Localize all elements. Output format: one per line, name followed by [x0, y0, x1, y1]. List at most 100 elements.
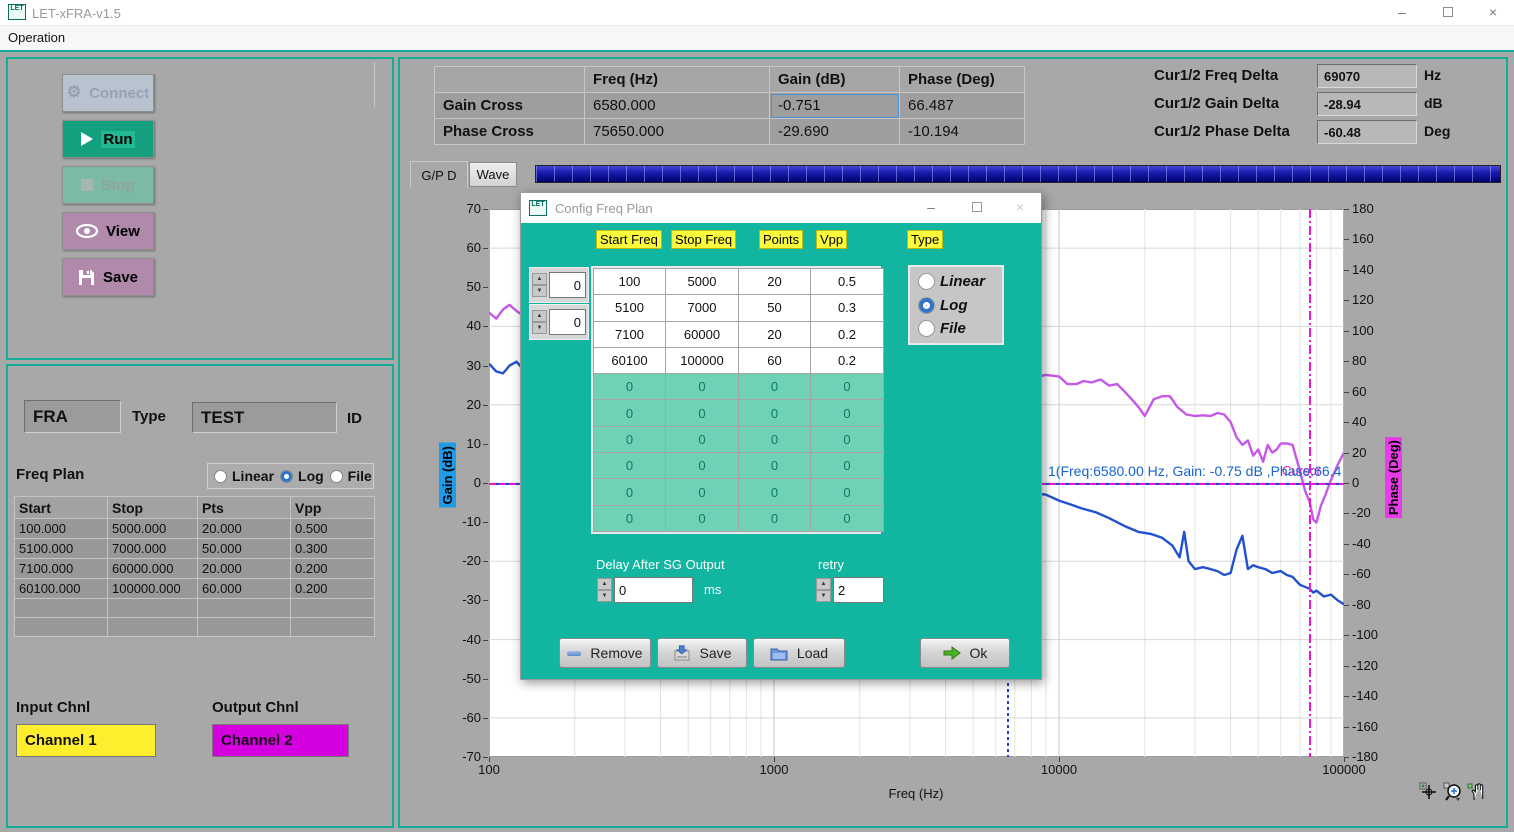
delta-value-field[interactable]: 69070: [1317, 64, 1417, 88]
plan-cell[interactable]: [108, 599, 198, 618]
spinner-arrows[interactable]: ▲▼: [532, 273, 547, 297]
output-channel-selector[interactable]: Channel 2: [212, 724, 349, 757]
dialog-maximize-button[interactable]: [957, 195, 997, 221]
plan-cell[interactable]: 0.200: [291, 579, 375, 599]
plan-cell[interactable]: 0: [666, 479, 739, 505]
delta-value-field[interactable]: -28.94: [1317, 92, 1417, 116]
plan-cell[interactable]: 100.000: [15, 519, 108, 539]
plan-cell[interactable]: 100000: [666, 347, 739, 373]
spin-up-icon[interactable]: ▲: [816, 578, 831, 590]
plan-cell[interactable]: 0: [666, 426, 739, 452]
plan-cell[interactable]: 0: [739, 426, 811, 452]
plan-cell[interactable]: 7000.000: [108, 539, 198, 559]
plan-cell[interactable]: [291, 599, 375, 618]
plan-cell[interactable]: 50.000: [198, 539, 291, 559]
retry-value[interactable]: 2: [833, 577, 884, 603]
radio-option-linear[interactable]: Linear: [918, 273, 994, 290]
close-button[interactable]: ×: [1472, 0, 1514, 26]
value-cell[interactable]: -0.751: [770, 93, 900, 119]
plan-cell[interactable]: 20.000: [198, 559, 291, 579]
spin-up-icon[interactable]: ▲: [597, 578, 612, 590]
radio-option-linear[interactable]: Linear: [214, 468, 274, 484]
plan-cell[interactable]: 60100.000: [15, 579, 108, 599]
row-index-spinner-1[interactable]: ▲▼ 0: [529, 267, 589, 303]
radio-option-log[interactable]: Log: [918, 297, 994, 314]
spinner-value[interactable]: 0: [549, 272, 586, 298]
row-index-spinner-2[interactable]: ▲▼ 0: [529, 304, 589, 340]
plan-cell[interactable]: [108, 618, 198, 637]
plan-cell[interactable]: 0.2: [811, 321, 884, 347]
type-field[interactable]: FRA: [24, 400, 121, 433]
plan-cell[interactable]: 0.3: [811, 295, 884, 321]
id-field[interactable]: TEST: [192, 402, 337, 433]
plan-cell[interactable]: 0: [594, 426, 666, 452]
radio-dot-icon[interactable]: [918, 297, 935, 314]
connect-button[interactable]: ⚙ Connect: [62, 74, 154, 112]
value-cell[interactable]: -29.690: [770, 119, 900, 145]
radio-dot-icon[interactable]: [280, 470, 293, 483]
plan-cell[interactable]: 7000: [666, 295, 739, 321]
cursor2-vline[interactable]: [1309, 209, 1311, 757]
spin-up-icon[interactable]: ▲: [532, 273, 547, 285]
plan-cell[interactable]: 0: [666, 374, 739, 400]
plan-cell[interactable]: 5100.000: [15, 539, 108, 559]
save-button[interactable]: Save: [62, 258, 154, 296]
dialog-save-button[interactable]: Save: [657, 638, 747, 668]
plan-cell[interactable]: 0: [811, 400, 884, 426]
plan-cell[interactable]: 5000: [666, 269, 739, 295]
run-button[interactable]: Run: [62, 120, 154, 158]
value-cell[interactable]: 6580.000: [585, 93, 770, 119]
plan-cell[interactable]: 60100: [594, 347, 666, 373]
plan-cell[interactable]: 0: [811, 374, 884, 400]
radio-option-file[interactable]: File: [330, 468, 372, 484]
plan-cell[interactable]: 0: [594, 374, 666, 400]
plan-cell[interactable]: 60000: [666, 321, 739, 347]
plan-cell[interactable]: 100000.000: [108, 579, 198, 599]
plan-cell[interactable]: 0: [739, 479, 811, 505]
plan-cell[interactable]: 0.200: [291, 559, 375, 579]
plan-cell[interactable]: 0: [739, 400, 811, 426]
minimize-button[interactable]: –: [1380, 0, 1424, 26]
value-cell[interactable]: -10.194: [900, 119, 1025, 145]
plan-cell[interactable]: 60.000: [198, 579, 291, 599]
plan-cell[interactable]: 0.500: [291, 519, 375, 539]
view-button[interactable]: View: [62, 212, 154, 250]
spinner-arrows[interactable]: ▲▼: [597, 578, 612, 602]
plan-cell[interactable]: 0: [666, 400, 739, 426]
plan-cell[interactable]: 7100: [594, 321, 666, 347]
spinner-value[interactable]: 0: [549, 309, 586, 335]
plan-cell[interactable]: 20: [739, 321, 811, 347]
ok-button[interactable]: Ok: [920, 638, 1010, 668]
plan-cell[interactable]: 0: [811, 479, 884, 505]
plan-cell[interactable]: 0: [811, 453, 884, 479]
tab-wave[interactable]: Wave: [469, 162, 517, 187]
retry-spinner[interactable]: ▲▼ 2: [814, 574, 886, 606]
spin-down-icon[interactable]: ▼: [597, 590, 612, 602]
plan-cell[interactable]: 0: [739, 453, 811, 479]
plan-cell[interactable]: [15, 618, 108, 637]
zoom-tool-icon[interactable]: [1443, 782, 1463, 802]
delay-value[interactable]: 0: [614, 577, 693, 603]
plan-cell[interactable]: 60000.000: [108, 559, 198, 579]
spinner-arrows[interactable]: ▲▼: [816, 578, 831, 602]
load-button[interactable]: Load: [753, 638, 845, 668]
spin-up-icon[interactable]: ▲: [532, 310, 547, 322]
plan-cell[interactable]: 20.000: [198, 519, 291, 539]
dialog-minimize-button[interactable]: –: [911, 195, 951, 221]
plan-cell[interactable]: 60: [739, 347, 811, 373]
plan-cell[interactable]: 0: [811, 426, 884, 452]
delta-value-field[interactable]: -60.48: [1317, 120, 1417, 144]
plan-cell[interactable]: 0: [594, 505, 666, 531]
plan-cell[interactable]: 0.5: [811, 269, 884, 295]
plan-cell[interactable]: [15, 599, 108, 618]
plan-cell[interactable]: 0: [594, 400, 666, 426]
plan-cell[interactable]: 0: [666, 453, 739, 479]
plan-cell[interactable]: 0: [666, 505, 739, 531]
remove-button[interactable]: Remove: [559, 638, 651, 668]
radio-dot-icon[interactable]: [918, 273, 935, 290]
plan-cell[interactable]: 50: [739, 295, 811, 321]
plan-cell[interactable]: 0: [739, 374, 811, 400]
plan-cell[interactable]: 0.2: [811, 347, 884, 373]
value-cell[interactable]: 66.487: [900, 93, 1025, 119]
tab-gpd[interactable]: G/P D: [410, 161, 468, 188]
